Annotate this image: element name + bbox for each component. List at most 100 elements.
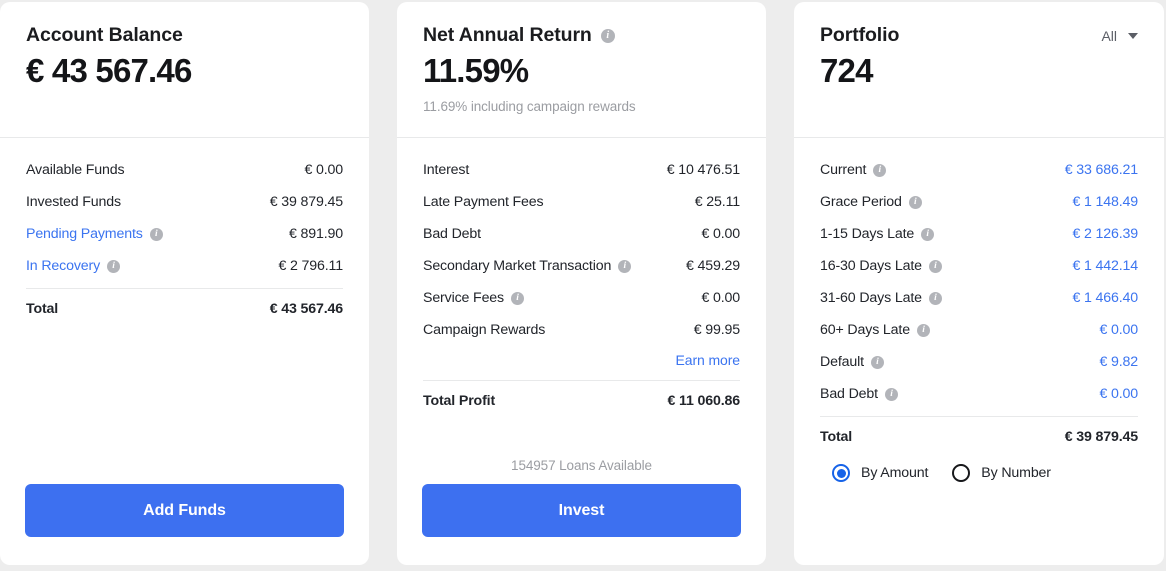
total-row: Total Profit € 11 060.86 xyxy=(423,383,740,419)
total-value: € 43 567.46 xyxy=(269,301,343,317)
row-label: Bad Debt i xyxy=(820,386,898,402)
table-row: Grace Period i € 1 148.49 xyxy=(820,186,1138,218)
table-row: Default i € 9.82 xyxy=(820,346,1138,378)
net-annual-return-title-row: Net Annual Return i xyxy=(423,24,740,47)
row-value: € 39 879.45 xyxy=(269,194,343,210)
row-label: Bad Debt xyxy=(423,226,481,242)
net-annual-return-header: Net Annual Return i 11.59% 11.69% includ… xyxy=(397,2,766,137)
radio-by-amount-label: By Amount xyxy=(861,465,929,481)
info-icon[interactable]: i xyxy=(921,227,935,241)
row-label-text: Grace Period xyxy=(820,194,902,210)
account-balance-footer: Add Funds xyxy=(0,484,369,565)
row-label: Service Fees i xyxy=(423,290,524,306)
row-value: € 2 796.11 xyxy=(278,258,343,274)
row-label: Available Funds xyxy=(26,162,125,178)
radio-by-number-label: By Number xyxy=(981,465,1051,481)
info-icon[interactable]: i xyxy=(149,227,163,241)
net-annual-return-title: Net Annual Return xyxy=(423,24,592,46)
table-row: Available Funds € 0.00 xyxy=(26,154,343,186)
total-row: Total € 43 567.46 xyxy=(26,291,343,327)
row-value: € 0.00 xyxy=(701,226,740,242)
info-icon[interactable]: i xyxy=(511,291,524,305)
portfolio-title-row: Portfolio All xyxy=(820,24,1138,47)
row-label-text: 1-15 Days Late xyxy=(820,226,915,242)
row-label-text: 60+ Days Late xyxy=(820,322,910,338)
row-value[interactable]: € 9.82 xyxy=(1099,354,1138,370)
row-label-text: Pending Payments xyxy=(26,226,143,242)
radio-by-number[interactable]: By Number xyxy=(952,464,1051,482)
table-row: 60+ Days Late i € 0.00 xyxy=(820,314,1138,346)
total-label: Total Profit xyxy=(423,393,496,409)
total-divider xyxy=(820,416,1138,417)
portfolio-list: Current i € 33 686.21 Grace Period i € 1… xyxy=(794,138,1164,565)
row-value: € 99.95 xyxy=(693,322,740,338)
info-icon[interactable]: i xyxy=(916,323,930,337)
row-value[interactable]: € 1 442.14 xyxy=(1072,258,1138,274)
net-annual-return-card: Net Annual Return i 11.59% 11.69% includ… xyxy=(397,2,766,565)
row-value: € 891.90 xyxy=(288,226,343,242)
table-row: Late Payment Fees € 25.11 xyxy=(423,186,740,218)
add-funds-button[interactable]: Add Funds xyxy=(25,484,344,537)
table-row: Bad Debt € 0.00 xyxy=(423,218,740,250)
row-value[interactable]: € 2 126.39 xyxy=(1072,226,1138,242)
net-annual-return-percent: 11.59% xyxy=(423,52,529,89)
chevron-down-icon xyxy=(1128,32,1138,39)
row-label: Interest xyxy=(423,162,469,178)
portfolio-header: Portfolio All 724 xyxy=(794,2,1164,137)
table-row: 31-60 Days Late i € 1 466.40 xyxy=(820,282,1138,314)
row-value: € 0.00 xyxy=(304,162,343,178)
info-icon[interactable]: i xyxy=(873,163,887,177)
info-icon[interactable]: i xyxy=(928,259,942,273)
row-value[interactable]: € 33 686.21 xyxy=(1065,162,1138,178)
in-recovery-link[interactable]: In Recovery i xyxy=(26,258,121,274)
radio-dot[interactable] xyxy=(952,464,971,482)
account-balance-list: Available Funds € 0.00 Invested Funds € … xyxy=(0,138,369,484)
row-label-text: Campaign Rewards xyxy=(423,322,546,338)
row-label-text: Interest xyxy=(423,162,470,178)
radio-dot-selected[interactable] xyxy=(832,464,850,482)
portfolio-view-mode-radios: By Amount By Number xyxy=(820,464,1138,482)
portfolio-title: Portfolio xyxy=(820,24,900,46)
info-icon[interactable]: i xyxy=(600,28,615,43)
invest-button[interactable]: Invest xyxy=(422,484,741,537)
earn-more-link[interactable]: Earn more xyxy=(676,352,741,368)
row-label: Late Payment Fees xyxy=(423,194,544,210)
row-label-text: Bad Debt xyxy=(423,226,481,242)
net-annual-return-list: Interest € 10 476.51 Late Payment Fees €… xyxy=(397,138,766,458)
row-label-text: Current xyxy=(820,162,867,178)
row-label-text: Default xyxy=(820,354,864,370)
row-value[interactable]: € 0.00 xyxy=(1099,322,1138,338)
net-annual-return-footer: 154957 Loans Available Invest xyxy=(397,458,766,565)
total-divider xyxy=(423,380,740,381)
total-divider xyxy=(26,288,343,289)
portfolio-filter-dropdown[interactable]: All xyxy=(1101,28,1138,44)
row-label-text: Bad Debt xyxy=(820,386,878,402)
info-icon[interactable]: i xyxy=(908,195,922,209)
row-label-text: In Recovery xyxy=(26,258,101,274)
info-icon[interactable]: i xyxy=(618,259,632,273)
info-icon[interactable]: i xyxy=(928,291,942,305)
earn-more-row: Earn more xyxy=(423,346,741,374)
row-label: Campaign Rewards xyxy=(423,322,545,338)
row-value[interactable]: € 1 466.40 xyxy=(1072,290,1138,306)
account-balance-title: Account Balance xyxy=(26,24,183,46)
row-label-text: Available Funds xyxy=(26,162,125,178)
row-label: 1-15 Days Late i xyxy=(820,226,935,242)
row-value[interactable]: € 1 148.49 xyxy=(1072,194,1138,210)
table-row: Bad Debt i € 0.00 xyxy=(820,378,1138,410)
radio-by-amount[interactable]: By Amount xyxy=(832,464,928,482)
portfolio-filter-value: All xyxy=(1101,27,1117,44)
info-icon[interactable]: i xyxy=(870,355,884,369)
table-row: Current i € 33 686.21 xyxy=(820,154,1138,186)
info-icon[interactable]: i xyxy=(884,387,898,401)
total-row: Total € 39 879.45 xyxy=(820,419,1138,455)
row-label-text: Late Payment Fees xyxy=(423,194,544,210)
row-value: € 459.29 xyxy=(685,258,740,274)
info-icon[interactable]: i xyxy=(107,259,121,273)
row-value: € 0.00 xyxy=(701,290,740,306)
dashboard-cards: Account Balance € 43 567.46 Available Fu… xyxy=(0,0,1166,571)
row-value[interactable]: € 0.00 xyxy=(1099,386,1138,402)
pending-payments-link[interactable]: Pending Payments i xyxy=(26,226,163,242)
